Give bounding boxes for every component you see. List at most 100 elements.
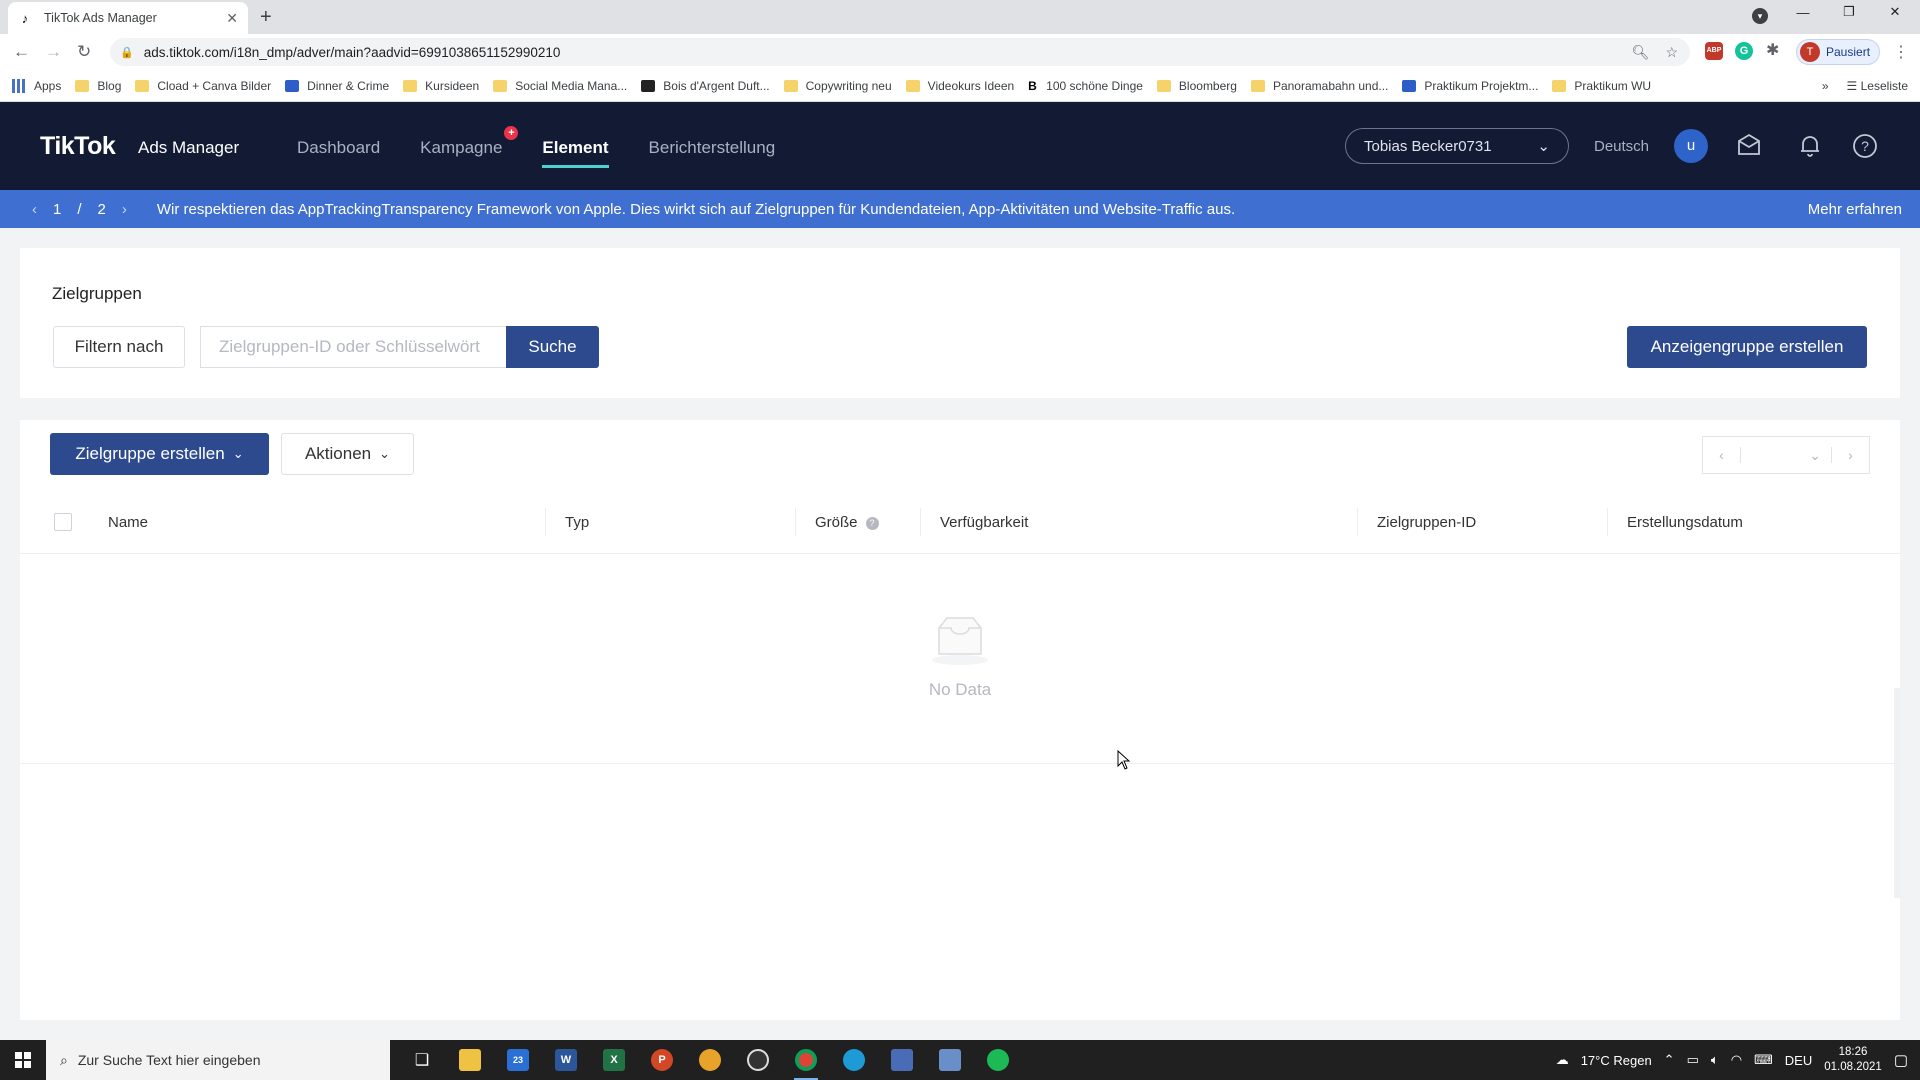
nav-dashboard[interactable]: Dashboard [297,138,380,158]
search-button[interactable]: Suche [506,326,599,368]
prev-page-icon[interactable]: ‹ [1703,447,1741,463]
search-input[interactable]: Zielgruppen-ID oder Schlüsselwört [200,326,506,368]
start-button[interactable] [0,1040,46,1080]
bookmark-label: Apps [34,78,62,93]
obs-icon[interactable] [734,1040,782,1080]
app-icon-orange[interactable] [686,1040,734,1080]
more-bookmarks-icon[interactable]: » [1822,79,1829,93]
weather-text[interactable]: 17°C Regen [1581,1053,1652,1068]
bookmark-item[interactable]: Blog [75,79,121,93]
filter-button[interactable]: Filtern nach [53,326,185,368]
profile-button[interactable]: T Pausiert [1796,39,1880,65]
bookmark-item[interactable]: Bois d'Argent Duft... [641,79,770,93]
bookmark-item[interactable]: B 100 schöne Dinge [1028,79,1143,93]
spotify-icon[interactable] [974,1040,1022,1080]
folder-icon [1250,79,1265,92]
bookmark-item[interactable]: Dinner & Crime [285,79,389,93]
col-audience-id[interactable]: Zielgruppen-ID [1377,514,1476,531]
nav-element[interactable]: Element [542,138,609,168]
bookmark-item[interactable]: Kursideen [403,79,479,93]
close-tab-icon[interactable]: ✕ [226,10,238,27]
reload-icon[interactable]: ↻ [77,42,91,62]
reading-list[interactable]: ☰ Leseliste [1847,79,1908,93]
new-tab-icon[interactable]: + [260,6,272,29]
edge-icon[interactable] [830,1040,878,1080]
bookmark-item[interactable]: Praktikum Projektm... [1402,79,1538,93]
close-window-icon[interactable]: ✕ [1872,4,1918,20]
browser-tab[interactable]: ♪ TikTok Ads Manager ✕ [8,2,248,34]
info-icon[interactable]: ? [865,517,879,530]
forward-icon[interactable]: → [45,42,62,62]
back-icon[interactable]: ← [13,42,30,62]
grammarly-extension-icon[interactable]: G [1735,42,1753,60]
wifi-icon[interactable]: ◠ [1731,1052,1742,1068]
folder-icon [75,79,90,92]
actions-dropdown[interactable]: Aktionen ⌄ [281,433,414,475]
learn-more-link[interactable]: Mehr erfahren [1808,201,1902,218]
page-select[interactable]: ⌄ [1741,447,1831,464]
app-icon-blue[interactable] [878,1040,926,1080]
scrollbar[interactable] [1894,688,1900,898]
messages-icon[interactable] [1735,132,1763,160]
url-text: ads.tiktok.com/i18n_dmp/adver/main?aadvi… [143,44,561,60]
bookmark-label: Dinner & Crime [307,78,390,93]
bookmark-item[interactable]: Videokurs Ideen [905,79,1014,93]
browser-menu-icon[interactable]: ⋮ [1893,42,1909,62]
bookmark-item[interactable]: Social Media Mana... [493,79,627,93]
select-all-checkbox[interactable] [54,513,72,531]
taskbar-search-input[interactable]: ⌕ Zur Suche Text hier eingeben [46,1040,390,1080]
adblock-extension-icon[interactable]: ABP [1705,42,1723,60]
chrome-icon[interactable] [782,1040,830,1080]
nav-berichterstellung[interactable]: Berichterstellung [649,138,776,158]
notifications-icon[interactable]: ▢ [1894,1051,1908,1069]
col-size[interactable]: Größe? [815,514,879,531]
chevron-right-icon[interactable]: › [122,201,127,218]
zoom-icon[interactable]: 🔍︎ [1632,44,1650,61]
restore-icon[interactable]: ❐ [1826,4,1872,20]
next-page-icon[interactable]: › [1831,447,1869,463]
bookmark-item[interactable]: Bloomberg [1156,79,1237,93]
network-icon[interactable]: ▭ [1687,1052,1699,1068]
mail-icon[interactable]: 23 [494,1040,542,1080]
bookmark-item[interactable]: Panoramabahn und... [1250,79,1388,93]
weather-icon[interactable]: ☁ [1556,1052,1569,1068]
account-select[interactable]: Tobias Becker0731 ⌄ [1345,128,1569,164]
bookmark-item[interactable]: Apps [12,78,62,93]
profile-status: Pausiert [1826,45,1871,59]
word-icon[interactable]: W [542,1040,590,1080]
address-bar[interactable]: 🔒 ads.tiktok.com/i18n_dmp/adver/main?aad… [110,38,1690,66]
col-name[interactable]: Name [108,514,148,531]
bookmark-item[interactable]: Cload + Canva Bilder [135,79,271,93]
create-adgroup-button[interactable]: Anzeigengruppe erstellen [1627,326,1867,368]
app-icon-window[interactable] [926,1040,974,1080]
language-switcher[interactable]: Deutsch [1594,138,1649,155]
clock[interactable]: 18:26 01.08.2021 [1824,1045,1882,1075]
user-avatar[interactable]: u [1674,129,1708,163]
col-type[interactable]: Typ [565,514,589,531]
bookmark-item[interactable]: Praktikum WU [1552,79,1651,93]
bookmark-star-icon[interactable]: ☆ [1665,44,1678,61]
chevron-up-icon[interactable]: ⌃ [1664,1052,1675,1068]
file-explorer-icon[interactable] [446,1040,494,1080]
notification-bell-icon[interactable] [1796,132,1824,160]
col-availability[interactable]: Verfügbarkeit [940,514,1028,531]
powerpoint-icon[interactable]: P [638,1040,686,1080]
nav-kampagne[interactable]: Kampagne + [420,126,519,158]
volume-icon[interactable]: 🔈︎ [1711,1052,1719,1068]
minimize-icon[interactable]: — [1780,5,1826,20]
chevron-left-icon[interactable]: ‹ [32,201,37,218]
tab-search-icon[interactable]: ▾ [1752,8,1768,24]
chevron-down-icon: ⌄ [232,446,244,461]
keyboard-icon[interactable]: ⌨ [1754,1052,1773,1068]
excel-icon[interactable]: X [590,1040,638,1080]
app-header: TikTok Ads Manager Dashboard Kampagne + … [0,102,1920,190]
task-view-icon[interactable]: ❑ [398,1040,446,1080]
tiktok-logo[interactable]: TikTok [40,132,116,161]
help-icon[interactable]: ? [1851,132,1879,160]
input-language[interactable]: DEU [1785,1053,1812,1068]
create-audience-button[interactable]: Zielgruppe erstellen ⌄ [50,433,269,475]
bookmark-item[interactable]: Copywriting neu [783,79,892,93]
col-created-date[interactable]: Erstellungsdatum [1627,514,1743,531]
windows-logo-icon [15,1052,31,1068]
extensions-puzzle-icon[interactable]: ✱ [1766,40,1779,60]
